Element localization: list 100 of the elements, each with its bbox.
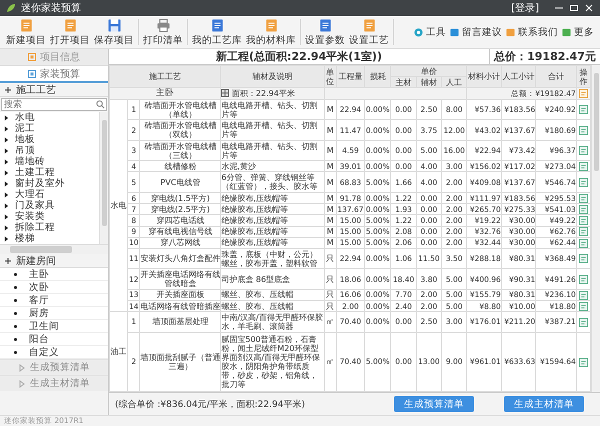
tree-item[interactable]: 水电 xyxy=(0,112,99,123)
scrollbar[interactable] xyxy=(99,112,108,244)
category-cell: 油工 xyxy=(110,312,128,392)
info-icon xyxy=(28,53,36,61)
table-cell: ㎡ xyxy=(324,312,336,332)
collapsed-arrow-icon[interactable] xyxy=(4,224,9,230)
table-cell: 只 xyxy=(324,300,336,312)
table-cell: 只 xyxy=(324,289,336,301)
edit-icon[interactable] xyxy=(578,358,588,367)
tree-item[interactable]: 土建工程 xyxy=(0,167,99,178)
toolbar-button[interactable]: 保存项目 xyxy=(92,18,136,46)
table-cell: 墙顶面基层处理 xyxy=(140,312,221,332)
calculator-icon xyxy=(28,70,36,78)
tree-item[interactable]: 窗封及室外 xyxy=(0,178,99,189)
collapsed-arrow-icon[interactable] xyxy=(4,180,9,186)
scrollbar[interactable] xyxy=(0,244,108,254)
plus-icon[interactable] xyxy=(4,256,12,264)
table-cell: 电话网络有线管暗插座 xyxy=(140,300,221,312)
edit-icon[interactable] xyxy=(578,216,588,226)
leaf-icon xyxy=(6,3,16,13)
edit-icon[interactable] xyxy=(578,194,588,203)
collapsed-arrow-icon[interactable] xyxy=(4,202,9,208)
table-cell: M xyxy=(324,120,336,140)
section-title: 新建房间 xyxy=(16,254,56,268)
toolbar-link[interactable]: 工具 xyxy=(412,26,448,38)
table-cell: 穿八芯网线 xyxy=(140,237,221,248)
collapsed-arrow-icon[interactable] xyxy=(4,192,9,198)
plus-icon[interactable] xyxy=(4,86,12,94)
edit-icon[interactable] xyxy=(578,274,588,284)
scrollbar[interactable] xyxy=(591,65,600,392)
toolbar-button[interactable]: 设置参数 xyxy=(303,18,347,46)
room-item[interactable]: 自定义 xyxy=(0,346,108,359)
tree-item[interactable]: 安装类 xyxy=(0,211,99,222)
tree-item[interactable]: 泥工 xyxy=(0,123,99,134)
tree-item[interactable]: 楼梯 xyxy=(0,233,99,244)
toolbar-link[interactable]: 留言建议 xyxy=(448,26,504,38)
collapsed-arrow-icon[interactable] xyxy=(4,126,9,132)
collapsed-arrow-icon[interactable] xyxy=(4,236,9,242)
collapsed-arrow-icon[interactable] xyxy=(4,214,9,220)
summary-text: (综合单价 :¥836.04元/平米，面积:22.94平米) xyxy=(115,398,306,410)
collapsed-arrow-icon[interactable] xyxy=(4,170,9,176)
column-header: 材料小计 xyxy=(466,66,502,88)
window-title: 迷你家装预算 xyxy=(21,2,82,15)
tree-item[interactable]: 地板 xyxy=(0,134,99,145)
collapsed-arrow-icon[interactable] xyxy=(4,158,9,164)
toolbar-button[interactable]: 打开项目 xyxy=(48,18,92,46)
close-icon[interactable] xyxy=(584,3,594,13)
collapsed-arrow-icon[interactable] xyxy=(4,136,9,142)
edit-icon[interactable] xyxy=(578,162,588,171)
toolbar-link[interactable]: 更多 xyxy=(560,26,596,38)
table-cell: 电线电路开槽、钻头、切割片等 xyxy=(220,120,324,140)
toolbar-button[interactable]: 我的材料库 xyxy=(244,18,298,46)
table-cell: 螺丝、胶布、压线帽 xyxy=(220,300,324,312)
edit-icon[interactable] xyxy=(578,146,588,156)
room-item[interactable]: 阳台 xyxy=(0,333,108,346)
table-cell: M xyxy=(324,140,336,161)
edit-icon[interactable] xyxy=(578,318,588,327)
tree-item[interactable]: 门及家具 xyxy=(0,200,99,211)
tree-item[interactable]: 拆除工程 xyxy=(0,222,99,233)
table-cell: M xyxy=(324,172,336,192)
tree-item[interactable]: 吊顶 xyxy=(0,145,99,156)
toolbar-button[interactable]: 新建项目 xyxy=(4,18,48,46)
column-header: 人工小计 xyxy=(501,66,536,88)
table-cell: M xyxy=(324,192,336,204)
toolbar-link[interactable]: 联系我们 xyxy=(504,26,560,38)
column-header: 辅材及说明 xyxy=(220,66,324,88)
toolbar-button[interactable]: 我的工艺库 xyxy=(190,18,244,46)
tree-item[interactable]: 大理石 xyxy=(0,189,99,200)
room-item[interactable]: 客厅 xyxy=(0,294,108,307)
room-item[interactable]: 次卧 xyxy=(0,281,108,294)
edit-icon[interactable] xyxy=(578,204,588,214)
login-link[interactable]: [登录] xyxy=(511,1,539,15)
edit-icon[interactable] xyxy=(578,89,588,98)
room-item[interactable]: 厨房 xyxy=(0,307,108,320)
tree-item[interactable]: 墙地砖 xyxy=(0,156,99,167)
edit-icon[interactable] xyxy=(578,238,588,248)
toolbar-button[interactable]: 设置工艺 xyxy=(347,18,391,46)
collapsed-arrow-icon[interactable] xyxy=(4,114,9,120)
table-cell: 砖墙面开水管电线槽（单线） xyxy=(140,100,221,120)
table-cell: M xyxy=(324,160,336,172)
edit-icon[interactable] xyxy=(578,254,588,264)
search-field[interactable]: 搜索 xyxy=(1,98,107,111)
room-item[interactable]: 主卧 xyxy=(0,268,108,281)
collapsed-arrow-icon[interactable] xyxy=(4,148,9,154)
maximize-icon[interactable] xyxy=(569,3,579,13)
table-cell: 砖墙面开水管电线槽（三线） xyxy=(140,140,221,161)
sidebar-tab[interactable]: 家装预算 xyxy=(0,66,108,83)
edit-icon[interactable] xyxy=(578,126,588,135)
toolbar-button[interactable]: 打印清单 xyxy=(141,18,185,46)
room-item[interactable]: 卫生间 xyxy=(0,320,108,333)
search-icon[interactable] xyxy=(96,100,105,109)
column-header: 单价 xyxy=(390,66,467,76)
table-cell: M xyxy=(324,214,336,226)
edit-icon[interactable] xyxy=(578,302,588,311)
edit-icon[interactable] xyxy=(578,227,588,236)
edit-icon[interactable] xyxy=(578,105,588,114)
table-cell: 穿电线(2.5平方) xyxy=(140,204,221,215)
edit-icon[interactable] xyxy=(578,290,588,300)
project-title: 新工程(总面积:22.94平米(1室)) xyxy=(215,49,383,64)
edit-icon[interactable] xyxy=(578,178,588,187)
